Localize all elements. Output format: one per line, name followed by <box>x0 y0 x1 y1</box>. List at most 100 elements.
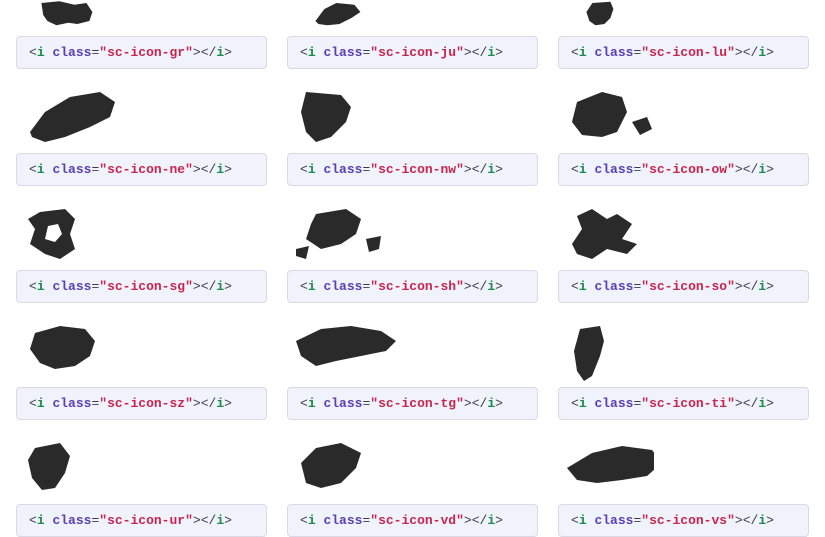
tag-name: i <box>758 396 766 411</box>
bracket: > <box>464 279 472 294</box>
attr-name: class <box>52 162 91 177</box>
bracket: > <box>735 396 743 411</box>
icon-item: <i class="sc-icon-sg"></i> <box>16 198 267 303</box>
bracket: > <box>495 279 503 294</box>
code-snippet: <i class="sc-icon-sg"></i> <box>16 270 267 303</box>
bracket: < <box>300 279 308 294</box>
code-snippet: <i class="sc-icon-so"></i> <box>558 270 809 303</box>
icon-item: <i class="sc-icon-ti"></i> <box>558 315 809 420</box>
attr-value: "sc-icon-sz" <box>99 396 193 411</box>
code-snippet: <i class="sc-icon-nw"></i> <box>287 153 538 186</box>
attr-value: "sc-icon-lu" <box>641 45 735 60</box>
tag-name: i <box>579 45 587 60</box>
attr-value: "sc-icon-ju" <box>370 45 464 60</box>
bracket: < <box>300 162 308 177</box>
canton-sh-icon <box>287 198 538 270</box>
tag-name: i <box>216 279 224 294</box>
bracket: </ <box>743 162 759 177</box>
icon-item: <i class="sc-icon-ju"></i> <box>287 0 538 69</box>
attr-value: "sc-icon-so" <box>641 279 735 294</box>
attr-value: "sc-icon-sg" <box>99 279 193 294</box>
icon-item: <i class="sc-icon-gr"></i> <box>16 0 267 69</box>
canton-nw-icon <box>287 81 538 153</box>
canton-tg-icon <box>287 315 538 387</box>
bracket: </ <box>201 45 217 60</box>
tag-name: i <box>487 396 495 411</box>
bracket: > <box>766 396 774 411</box>
tag-name: i <box>216 162 224 177</box>
bracket: > <box>495 45 503 60</box>
bracket: < <box>300 396 308 411</box>
tag-name: i <box>758 279 766 294</box>
equals: = <box>91 513 99 528</box>
canton-vd-icon <box>287 432 538 504</box>
tag-name: i <box>37 279 45 294</box>
canton-vs-icon <box>558 432 809 504</box>
attr-name: class <box>52 513 91 528</box>
attr-value: "sc-icon-nw" <box>370 162 464 177</box>
tag-name: i <box>308 45 316 60</box>
tag-name: i <box>579 513 587 528</box>
bracket: > <box>193 513 201 528</box>
attr-value: "sc-icon-ow" <box>641 162 735 177</box>
bracket: < <box>29 279 37 294</box>
bracket: > <box>224 45 232 60</box>
tag-name: i <box>579 279 587 294</box>
icon-item: <i class="sc-icon-sh"></i> <box>287 198 538 303</box>
icon-item: <i class="sc-icon-ne"></i> <box>16 81 267 186</box>
attr-value: "sc-icon-ti" <box>641 396 735 411</box>
tag-name: i <box>308 279 316 294</box>
bracket: > <box>193 396 201 411</box>
bracket: > <box>464 513 472 528</box>
bracket: </ <box>472 279 488 294</box>
canton-ne-icon <box>16 81 267 153</box>
attr-value: "sc-icon-ur" <box>99 513 193 528</box>
icon-item: <i class="sc-icon-sz"></i> <box>16 315 267 420</box>
bracket: > <box>766 513 774 528</box>
bracket: </ <box>201 279 217 294</box>
bracket: > <box>224 396 232 411</box>
bracket: < <box>300 45 308 60</box>
attr-value: "sc-icon-tg" <box>370 396 464 411</box>
bracket: > <box>766 162 774 177</box>
bracket: > <box>464 396 472 411</box>
bracket: < <box>29 513 37 528</box>
attr-name: class <box>52 45 91 60</box>
bracket: </ <box>743 279 759 294</box>
tag-name: i <box>37 45 45 60</box>
attr-name: class <box>594 45 633 60</box>
code-snippet: <i class="sc-icon-lu"></i> <box>558 36 809 69</box>
bracket: > <box>766 279 774 294</box>
code-snippet: <i class="sc-icon-sz"></i> <box>16 387 267 420</box>
equals: = <box>362 513 370 528</box>
attr-name: class <box>594 513 633 528</box>
bracket: </ <box>472 396 488 411</box>
bracket: > <box>735 45 743 60</box>
code-snippet: <i class="sc-icon-gr"></i> <box>16 36 267 69</box>
bracket: > <box>735 513 743 528</box>
bracket: > <box>193 45 201 60</box>
attr-name: class <box>52 396 91 411</box>
canton-sz-icon <box>16 315 267 387</box>
tag-name: i <box>758 513 766 528</box>
bracket: < <box>29 162 37 177</box>
bracket: </ <box>472 162 488 177</box>
icon-item: <i class="sc-icon-ow"></i> <box>558 81 809 186</box>
bracket: > <box>193 279 201 294</box>
icon-item: <i class="sc-icon-tg"></i> <box>287 315 538 420</box>
bracket: > <box>224 279 232 294</box>
attr-value: "sc-icon-gr" <box>99 45 193 60</box>
bracket: < <box>571 513 579 528</box>
icon-item: <i class="sc-icon-vd"></i> <box>287 432 538 537</box>
tag-name: i <box>216 45 224 60</box>
attr-name: class <box>594 396 633 411</box>
bracket: < <box>571 162 579 177</box>
tag-name: i <box>308 396 316 411</box>
attr-name: class <box>594 162 633 177</box>
attr-value: "sc-icon-vs" <box>641 513 735 528</box>
bracket: < <box>571 45 579 60</box>
code-snippet: <i class="sc-icon-ju"></i> <box>287 36 538 69</box>
bracket: </ <box>472 45 488 60</box>
bracket: > <box>193 162 201 177</box>
bracket: > <box>735 162 743 177</box>
